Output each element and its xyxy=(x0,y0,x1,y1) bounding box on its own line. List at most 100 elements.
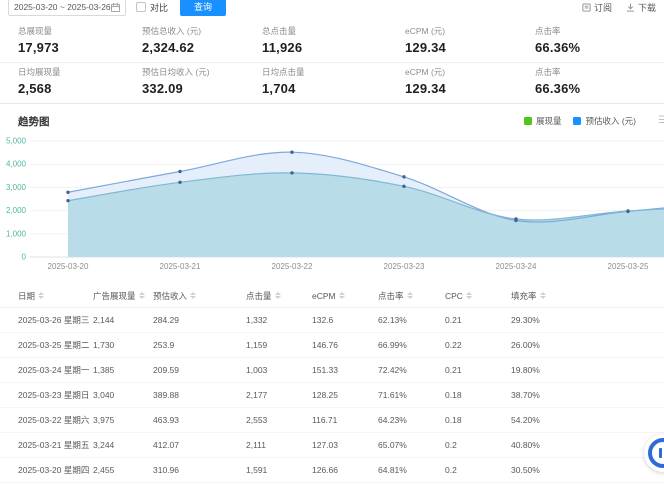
x-tick-label: 2025-03-21 xyxy=(160,262,201,271)
table-cell: 64.23% xyxy=(378,415,445,425)
table-cell: 1,591 xyxy=(246,465,312,475)
stat-label: 预估日均收入 (元) xyxy=(142,66,262,78)
table-header-eCPM[interactable]: eCPM xyxy=(312,291,378,301)
compare-checkbox[interactable] xyxy=(136,2,146,12)
table-cell: 2025-03-20 星期四 xyxy=(18,464,93,476)
stat-label: 点击率 xyxy=(535,66,655,78)
stat-value: 11,926 xyxy=(262,40,405,55)
table-cell: 2,455 xyxy=(93,465,153,475)
table-header-广告展现量[interactable]: 广告展现量 xyxy=(93,290,153,302)
stat-label: 点击率 xyxy=(535,25,655,37)
table-cell: 19.80% xyxy=(511,365,664,375)
table-cell: 64.81% xyxy=(378,465,445,475)
table-header-填充率[interactable]: 填充率 xyxy=(511,290,664,302)
stat-value: 66.36% xyxy=(535,81,655,96)
table-cell: 2025-03-23 星期日 xyxy=(18,389,93,401)
table-header-点击量[interactable]: 点击量 xyxy=(246,290,312,302)
table-cell: 3,975 xyxy=(93,415,153,425)
table-cell: 38.70% xyxy=(511,390,664,400)
table-cell: 146.76 xyxy=(312,340,378,350)
trend-header: 趋势图 展现量预估收入 (元) ☰ xyxy=(0,113,664,129)
legend-item[interactable]: 预估收入 (元) xyxy=(573,115,636,127)
toolbar: 2025-03-20 ~ 2025-03-26 对比 查询 订阅 xyxy=(0,0,664,16)
table-cell: 412.07 xyxy=(153,440,246,450)
calendar-icon[interactable] xyxy=(111,3,120,12)
y-tick-label: 1,000 xyxy=(6,229,27,238)
data-point xyxy=(290,151,293,154)
y-tick-label: 0 xyxy=(22,253,27,262)
header-label: 广告展现量 xyxy=(93,290,136,302)
stat-card: 总展现量17,973 xyxy=(18,25,142,55)
stat-label: 日均点击量 xyxy=(262,66,405,78)
table-cell: 54.20% xyxy=(511,415,664,425)
table-cell: 0.21 xyxy=(445,365,511,375)
table-cell: 127.03 xyxy=(312,440,378,450)
data-point xyxy=(514,217,517,220)
data-point xyxy=(178,181,181,184)
table-cell: 40.80% xyxy=(511,440,664,450)
stat-card: 日均展现量2,568 xyxy=(18,66,142,96)
legend-item[interactable]: 展现量 xyxy=(524,115,562,127)
header-label: CPC xyxy=(445,291,463,301)
table-row: 2025-03-26 星期三2,144284.291,332132.662.13… xyxy=(0,308,664,333)
table-cell: 1,385 xyxy=(93,365,153,375)
table-header-CPC[interactable]: CPC xyxy=(445,291,511,301)
stat-card: 预估日均收入 (元) 332.09 xyxy=(142,66,262,96)
query-button[interactable]: 查询 xyxy=(180,0,226,16)
table-cell: 1,003 xyxy=(246,365,312,375)
stat-card: 点击率 66.36% xyxy=(535,66,655,96)
table-cell: 0.18 xyxy=(445,390,511,400)
table-cell: 2,553 xyxy=(246,415,312,425)
table-cell: 0.18 xyxy=(445,415,511,425)
data-point xyxy=(66,191,69,194)
subscribe-label: 订阅 xyxy=(594,1,612,14)
header-label: 点击率 xyxy=(378,290,404,302)
stat-label: eCPM (元) xyxy=(405,25,535,37)
stat-card: eCPM (元)129.34 xyxy=(405,25,535,55)
table-cell: 116.71 xyxy=(312,415,378,425)
table-cell: 132.6 xyxy=(312,315,378,325)
download-label: 下载 xyxy=(638,1,656,14)
stat-value: 66.36% xyxy=(535,40,655,55)
stat-value: 332.09 xyxy=(142,81,262,96)
subscribe-icon xyxy=(582,3,591,12)
table-cell: 1,730 xyxy=(93,340,153,350)
stat-row: 总展现量17,973预估总收入 (元)2,324.62总点击量11,926eCP… xyxy=(0,22,664,63)
y-tick-label: 3,000 xyxy=(6,183,27,192)
data-point xyxy=(290,171,293,174)
table-cell: 0.22 xyxy=(445,340,511,350)
table-cell: 71.61% xyxy=(378,390,445,400)
sort-carets-icon[interactable] xyxy=(190,292,196,299)
table-cell: 1,159 xyxy=(246,340,312,350)
sort-carets-icon[interactable] xyxy=(38,292,44,299)
subscribe-button[interactable]: 订阅 xyxy=(582,1,612,14)
legend-swatch xyxy=(524,117,532,125)
table-header-日期[interactable]: 日期 xyxy=(18,290,93,302)
header-label: eCPM xyxy=(312,291,336,301)
table-row: 2025-03-24 星期一1,385209.591,003151.3372.4… xyxy=(0,358,664,383)
data-point xyxy=(66,199,69,202)
sort-carets-icon[interactable] xyxy=(466,292,472,299)
sort-carets-icon[interactable] xyxy=(139,292,145,299)
sort-carets-icon[interactable] xyxy=(407,292,413,299)
stat-card: 预估总收入 (元)2,324.62 xyxy=(142,25,262,55)
y-tick-label: 4,000 xyxy=(6,160,27,169)
sort-carets-icon[interactable] xyxy=(275,292,281,299)
legend-label: 预估收入 (元) xyxy=(585,115,636,127)
legend-label: 展现量 xyxy=(536,115,562,127)
download-button[interactable]: 下载 xyxy=(626,1,656,14)
header-label: 日期 xyxy=(18,290,35,302)
date-range-value: 2025-03-20 ~ 2025-03-26 xyxy=(14,2,111,12)
stat-card: 日均点击量1,704 xyxy=(262,66,405,96)
table-header-点击率[interactable]: 点击率 xyxy=(378,290,445,302)
stat-value: 129.34 xyxy=(405,81,535,96)
stat-label: 预估总收入 (元) xyxy=(142,25,262,37)
table-header-预估收入[interactable]: 预估收入 xyxy=(153,290,246,302)
x-tick-label: 2025-03-24 xyxy=(496,262,537,271)
sort-carets-icon[interactable] xyxy=(540,292,546,299)
stat-value: 17,973 xyxy=(18,40,142,55)
date-range-input[interactable]: 2025-03-20 ~ 2025-03-26 xyxy=(8,0,126,16)
compare-label: 对比 xyxy=(150,1,168,14)
menu-icon[interactable]: ☰ xyxy=(658,115,664,126)
sort-carets-icon[interactable] xyxy=(339,292,345,299)
